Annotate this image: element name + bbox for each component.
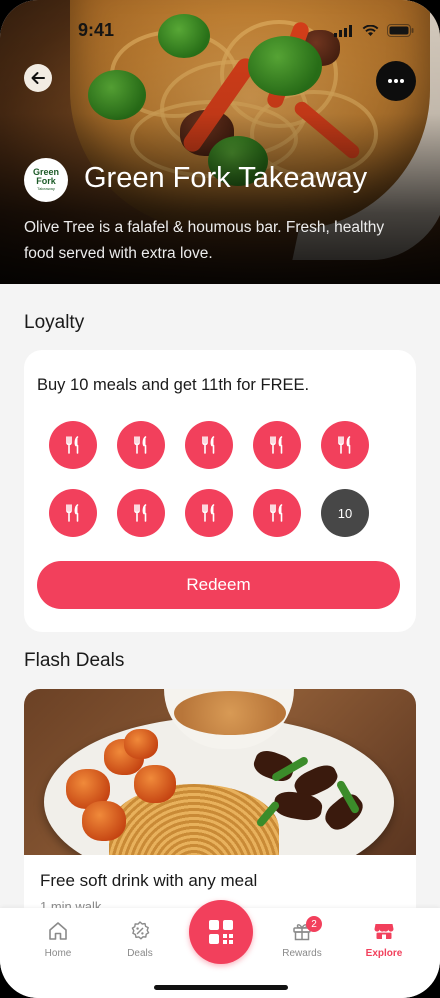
stamp-collected bbox=[321, 421, 369, 469]
tab-rewards[interactable]: 2 Rewards bbox=[262, 916, 342, 959]
rewards-badge: 2 bbox=[306, 916, 322, 932]
more-options-button[interactable] bbox=[376, 61, 416, 101]
store-logo: Green Fork Takeaway bbox=[24, 158, 68, 202]
deals-icon bbox=[131, 921, 150, 940]
loyalty-offer-text: Buy 10 meals and get 11th for FREE. bbox=[37, 376, 310, 394]
fork-knife-icon bbox=[270, 504, 283, 522]
home-icon bbox=[49, 922, 67, 940]
fork-knife-icon bbox=[66, 436, 79, 454]
fork-knife-icon bbox=[202, 436, 215, 454]
stamp-collected bbox=[117, 489, 165, 537]
wifi-icon bbox=[362, 24, 379, 36]
tab-explore[interactable]: Explore bbox=[344, 920, 424, 959]
store-icon bbox=[374, 924, 394, 939]
deal-image bbox=[24, 689, 416, 855]
deal-title: Free soft drink with any meal bbox=[40, 871, 258, 890]
back-button[interactable] bbox=[24, 64, 52, 92]
stamp-collected bbox=[49, 489, 97, 537]
loyalty-section-title: Loyalty bbox=[24, 312, 85, 333]
stamp-collected bbox=[185, 421, 233, 469]
loyalty-card: Buy 10 meals and get 11th for FREE. 10 R… bbox=[24, 350, 416, 632]
phone-screen: 9:41 Green Fork Takeaway Green Fork Take… bbox=[0, 0, 440, 998]
stamp-collected bbox=[49, 421, 97, 469]
more-icon bbox=[388, 79, 404, 83]
fork-knife-icon bbox=[270, 436, 283, 454]
tab-deals[interactable]: Deals bbox=[100, 920, 180, 959]
qr-code-icon bbox=[209, 920, 233, 944]
home-indicator bbox=[154, 985, 288, 990]
fork-knife-icon bbox=[202, 504, 215, 522]
stamp-collected bbox=[185, 489, 233, 537]
fork-knife-icon bbox=[134, 436, 147, 454]
stamp-collected bbox=[117, 421, 165, 469]
flash-deals-section-title: Flash Deals bbox=[24, 650, 125, 671]
store-name: Green Fork Takeaway bbox=[84, 162, 368, 194]
signal-icon bbox=[334, 24, 352, 37]
redeem-button[interactable]: Redeem bbox=[37, 561, 400, 609]
scan-qr-button[interactable] bbox=[189, 900, 253, 964]
tab-home[interactable]: Home bbox=[18, 920, 98, 959]
fork-knife-icon bbox=[338, 436, 351, 454]
battery-icon bbox=[387, 24, 414, 37]
stamp-pending: 10 bbox=[321, 489, 369, 537]
status-bar: 9:41 bbox=[0, 0, 440, 54]
stamp-collected bbox=[253, 489, 301, 537]
fork-knife-icon bbox=[134, 504, 147, 522]
stamp-collected bbox=[253, 421, 301, 469]
back-arrow-icon bbox=[31, 72, 45, 84]
fork-knife-icon bbox=[66, 504, 79, 522]
store-description: Olive Tree is a falafel & houmous bar. F… bbox=[24, 219, 385, 262]
status-time: 9:41 bbox=[78, 20, 115, 40]
